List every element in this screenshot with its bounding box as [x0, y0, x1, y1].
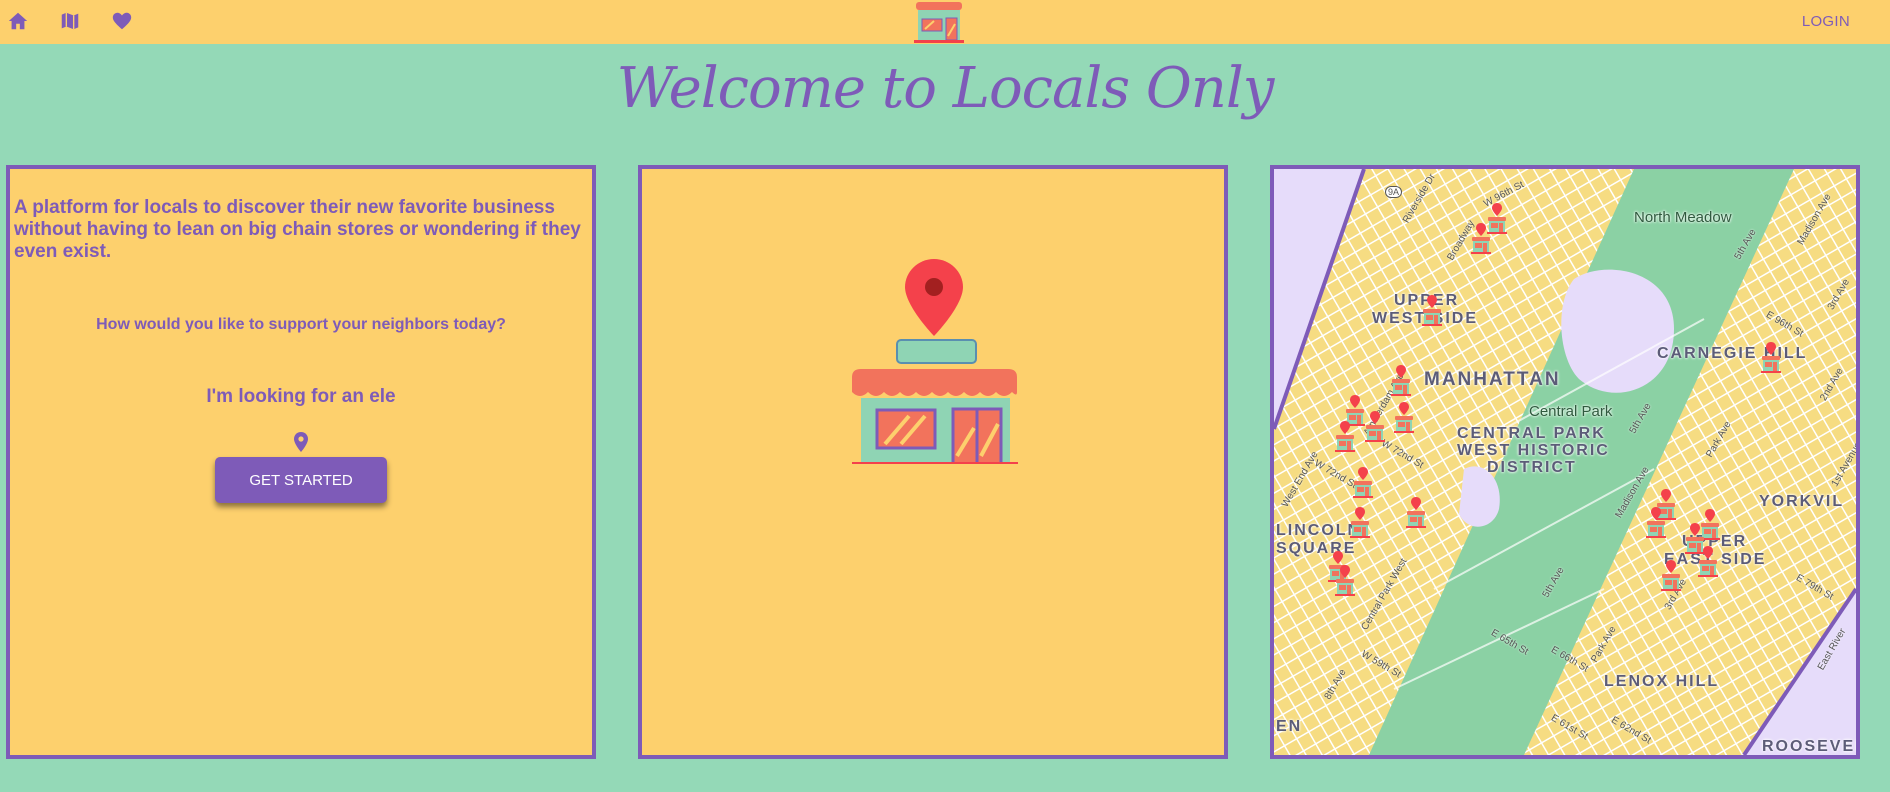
business-map-marker[interactable] [1470, 223, 1492, 255]
business-map-marker[interactable] [1334, 421, 1356, 453]
business-map-marker[interactable] [1760, 342, 1782, 374]
illustration-panel [638, 165, 1228, 759]
map-area-label: WEST HISTORIC [1457, 442, 1610, 459]
business-map-marker[interactable] [1405, 497, 1427, 529]
map-area-label: Central Park [1529, 403, 1613, 420]
map-panel[interactable]: North Meadow UPPER WEST SIDE MANHATTAN C… [1270, 165, 1860, 759]
route-9a-badge: 9A [1385, 186, 1403, 198]
support-question: How would you like to support your neigh… [96, 316, 506, 333]
map-area-label: CENTRAL PARK [1457, 425, 1606, 442]
map-area-label: EN [1276, 718, 1303, 735]
business-map-marker[interactable] [1390, 365, 1412, 397]
business-map-marker[interactable] [1364, 411, 1386, 443]
location-pin-icon [293, 431, 309, 453]
map-icon[interactable] [59, 10, 81, 32]
business-map-marker[interactable] [1334, 565, 1356, 597]
business-map-marker[interactable] [1349, 507, 1371, 539]
intro-blurb: A platform for locals to discover their … [14, 197, 581, 262]
map-area-label: North Meadow [1634, 209, 1732, 226]
home-icon[interactable] [7, 10, 29, 32]
map-area-label: ROOSEVEL [1762, 738, 1860, 755]
business-map-marker[interactable] [1421, 295, 1443, 327]
get-started-button[interactable]: GET STARTED [215, 457, 387, 503]
logo-storefront-icon[interactable] [910, 0, 968, 44]
search-typewriter-text: I'm looking for an ele [206, 386, 396, 407]
top-nav-bar: LOGIN [0, 0, 1890, 44]
business-map-marker[interactable] [1393, 402, 1415, 434]
map-area-label: LENOX HILL [1604, 673, 1720, 690]
login-button[interactable]: LOGIN [1802, 13, 1850, 30]
business-map-marker[interactable] [1352, 467, 1374, 499]
map-area-label: DISTRICT [1487, 459, 1577, 476]
heart-icon[interactable] [111, 10, 133, 32]
map-area-label: YORKVIL [1759, 493, 1845, 510]
business-map-marker[interactable] [1697, 546, 1719, 578]
page-title: Welcome to Locals Only [616, 56, 1275, 121]
map-area-label: CARNEGIE HILL [1657, 345, 1808, 362]
storefront-pin-illustration [847, 214, 1022, 467]
map-area-label: MANHATTAN [1424, 369, 1561, 390]
business-map-marker[interactable] [1645, 507, 1667, 539]
business-map-marker[interactable] [1660, 560, 1682, 592]
intro-panel: A platform for locals to discover their … [6, 165, 596, 759]
